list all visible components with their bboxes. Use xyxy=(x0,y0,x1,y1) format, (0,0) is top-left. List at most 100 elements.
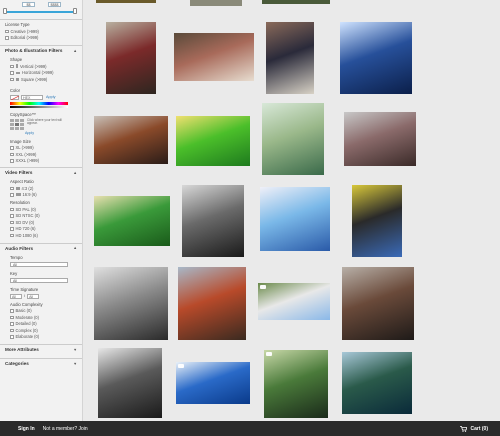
horizontal-shape-icon xyxy=(15,71,20,74)
thumb-industrial-ruins[interactable] xyxy=(352,185,402,257)
thumb-speedboat[interactable] xyxy=(176,362,250,404)
tempo-title: Tempo xyxy=(10,254,23,260)
license-option-editorial[interactable]: Editorial (>999) xyxy=(0,35,82,42)
color-spectrum-bar[interactable] xyxy=(10,101,68,105)
resolution-option-hd-1080[interactable]: HD 1080 (6) xyxy=(0,232,82,239)
thumb-forest-light[interactable] xyxy=(264,350,328,418)
thumb-burned-building[interactable] xyxy=(94,116,168,164)
more-attributes-header[interactable]: More Attributes ▼ xyxy=(0,345,82,354)
size-option-xxxl[interactable]: XXXL (>999) xyxy=(0,158,82,165)
video-camera-icon xyxy=(260,285,266,289)
aspect-4-3-icon xyxy=(15,186,20,190)
image-size-title: Image Size xyxy=(10,138,31,144)
thumb-partial-top[interactable] xyxy=(96,0,156,3)
expand-arrow-icon[interactable]: ▼ xyxy=(73,348,77,352)
thumb-dead-tree-bw[interactable] xyxy=(98,348,162,418)
cart-icon xyxy=(460,425,468,432)
photo-filters-section: Photo & Illustration Filters ▲ Shape Vert… xyxy=(0,45,82,164)
color-apply-link[interactable]: Apply xyxy=(46,95,56,99)
checkbox[interactable] xyxy=(10,186,14,190)
aspect-16-9-icon xyxy=(15,193,21,197)
checkbox[interactable] xyxy=(10,220,14,224)
price-max-box: $$$$ xyxy=(48,2,61,7)
color-swatch[interactable] xyxy=(10,94,19,100)
checkbox[interactable] xyxy=(10,328,14,332)
price-max-handle[interactable] xyxy=(73,8,77,14)
checkbox[interactable] xyxy=(10,159,14,163)
thumb-moon-over-water[interactable] xyxy=(340,22,412,94)
license-section: License Type Creative (>999) Editorial (… xyxy=(0,19,82,41)
checkbox[interactable] xyxy=(10,315,14,319)
thumb-partial-top[interactable] xyxy=(190,0,242,6)
checkbox[interactable] xyxy=(5,29,9,33)
tempo-select[interactable]: All xyxy=(10,261,68,267)
thumb-blue-ribbon-cake[interactable] xyxy=(260,187,330,251)
photo-filters-header[interactable]: Photo & Illustration Filters ▲ xyxy=(0,46,82,55)
price-track xyxy=(4,11,76,13)
thumb-highland-dancer-girl[interactable] xyxy=(266,22,314,94)
checkbox[interactable] xyxy=(5,36,9,40)
checkbox[interactable] xyxy=(10,152,14,156)
expand-arrow-icon[interactable]: ▼ xyxy=(73,362,77,366)
key-select[interactable]: All xyxy=(10,277,68,283)
copyspace-title: CopySpace™ xyxy=(10,111,36,117)
thumb-burned-debris[interactable] xyxy=(342,267,414,340)
checkbox[interactable] xyxy=(10,335,14,339)
video-filters-header[interactable]: Video Filters ▲ xyxy=(0,168,82,177)
thumb-butterfly-leaves[interactable] xyxy=(94,196,170,246)
time-sig-top-select[interactable]: All xyxy=(10,293,22,299)
checkbox[interactable] xyxy=(10,322,14,326)
color-title: Color xyxy=(10,87,21,93)
resolution-title: Resolution xyxy=(10,200,30,205)
audio-filters-header[interactable]: Audio Filters ▲ xyxy=(0,244,82,253)
vertical-shape-icon xyxy=(15,64,18,69)
video-filters-section: Video Filters ▲ Aspect Ratio 4:3 (2) 16:9… xyxy=(0,167,82,239)
hex-input[interactable]: HEX xyxy=(21,94,43,100)
collapse-arrow-icon[interactable]: ▲ xyxy=(73,49,77,53)
time-signature-title: Time Signature xyxy=(10,286,39,292)
checkbox[interactable] xyxy=(10,77,14,81)
categories-header[interactable]: Categories ▼ xyxy=(0,359,82,368)
checkbox[interactable] xyxy=(10,193,14,197)
copyspace-apply-link[interactable]: Apply xyxy=(0,131,82,135)
thumb-tall-grass[interactable] xyxy=(262,103,324,175)
checkbox[interactable] xyxy=(10,227,14,231)
thumb-ruins-black-white[interactable] xyxy=(182,185,244,257)
checkbox[interactable] xyxy=(10,214,14,218)
time-sig-bottom-select[interactable]: All xyxy=(27,293,40,299)
price-range-slider[interactable]: $$ $$$$ xyxy=(0,0,82,14)
checkbox[interactable] xyxy=(10,207,14,211)
license-title: License Type xyxy=(5,22,30,27)
checkbox[interactable] xyxy=(10,146,14,150)
thumb-forest-reflection[interactable] xyxy=(342,352,412,414)
checkbox[interactable] xyxy=(10,71,14,75)
filter-sidebar: $$ $$$$ License Type Creative (>999) Edi… xyxy=(0,0,83,421)
thumb-burned-stairs[interactable] xyxy=(344,112,416,166)
join-link[interactable]: Not a member? Join xyxy=(43,426,88,432)
sign-in-link[interactable]: Sign In xyxy=(18,426,35,432)
complexity-option-elaborate[interactable]: Elaborate (0) xyxy=(0,334,82,341)
thumb-lone-tree[interactable] xyxy=(258,283,330,320)
price-min-box: $$ xyxy=(22,2,35,7)
checkbox[interactable] xyxy=(10,64,14,68)
copyspace-row: Click where your text will appear. xyxy=(0,118,82,131)
audio-complexity-title: Audio Complexity xyxy=(10,301,43,307)
color-brightness-bar[interactable] xyxy=(10,105,68,108)
checkbox[interactable] xyxy=(10,309,14,313)
thumb-burned-frame-bw[interactable] xyxy=(94,267,168,340)
checkbox[interactable] xyxy=(10,233,14,237)
cart-button[interactable]: Cart (0) xyxy=(460,426,488,432)
collapse-arrow-icon[interactable]: ▲ xyxy=(73,246,77,250)
thumb-partial-top[interactable] xyxy=(262,0,330,4)
collapse-arrow-icon[interactable]: ▲ xyxy=(73,171,77,175)
audio-filters-section: Audio Filters ▲ Tempo All Key All Time Si… xyxy=(0,242,82,341)
thumb-highland-dancers[interactable] xyxy=(174,33,254,81)
thumb-chimney-ruins[interactable] xyxy=(178,267,246,340)
thumb-swallowtail-butterfly[interactable] xyxy=(176,116,250,166)
shape-option-square[interactable]: Square (>999) xyxy=(0,76,82,83)
image-results-grid xyxy=(90,0,500,421)
copyspace-grid[interactable] xyxy=(10,118,24,130)
thumb-bagpiper-boy[interactable] xyxy=(106,22,156,94)
price-min-handle[interactable] xyxy=(3,8,7,14)
copyspace-hint: Click where your text will appear. xyxy=(27,117,62,126)
